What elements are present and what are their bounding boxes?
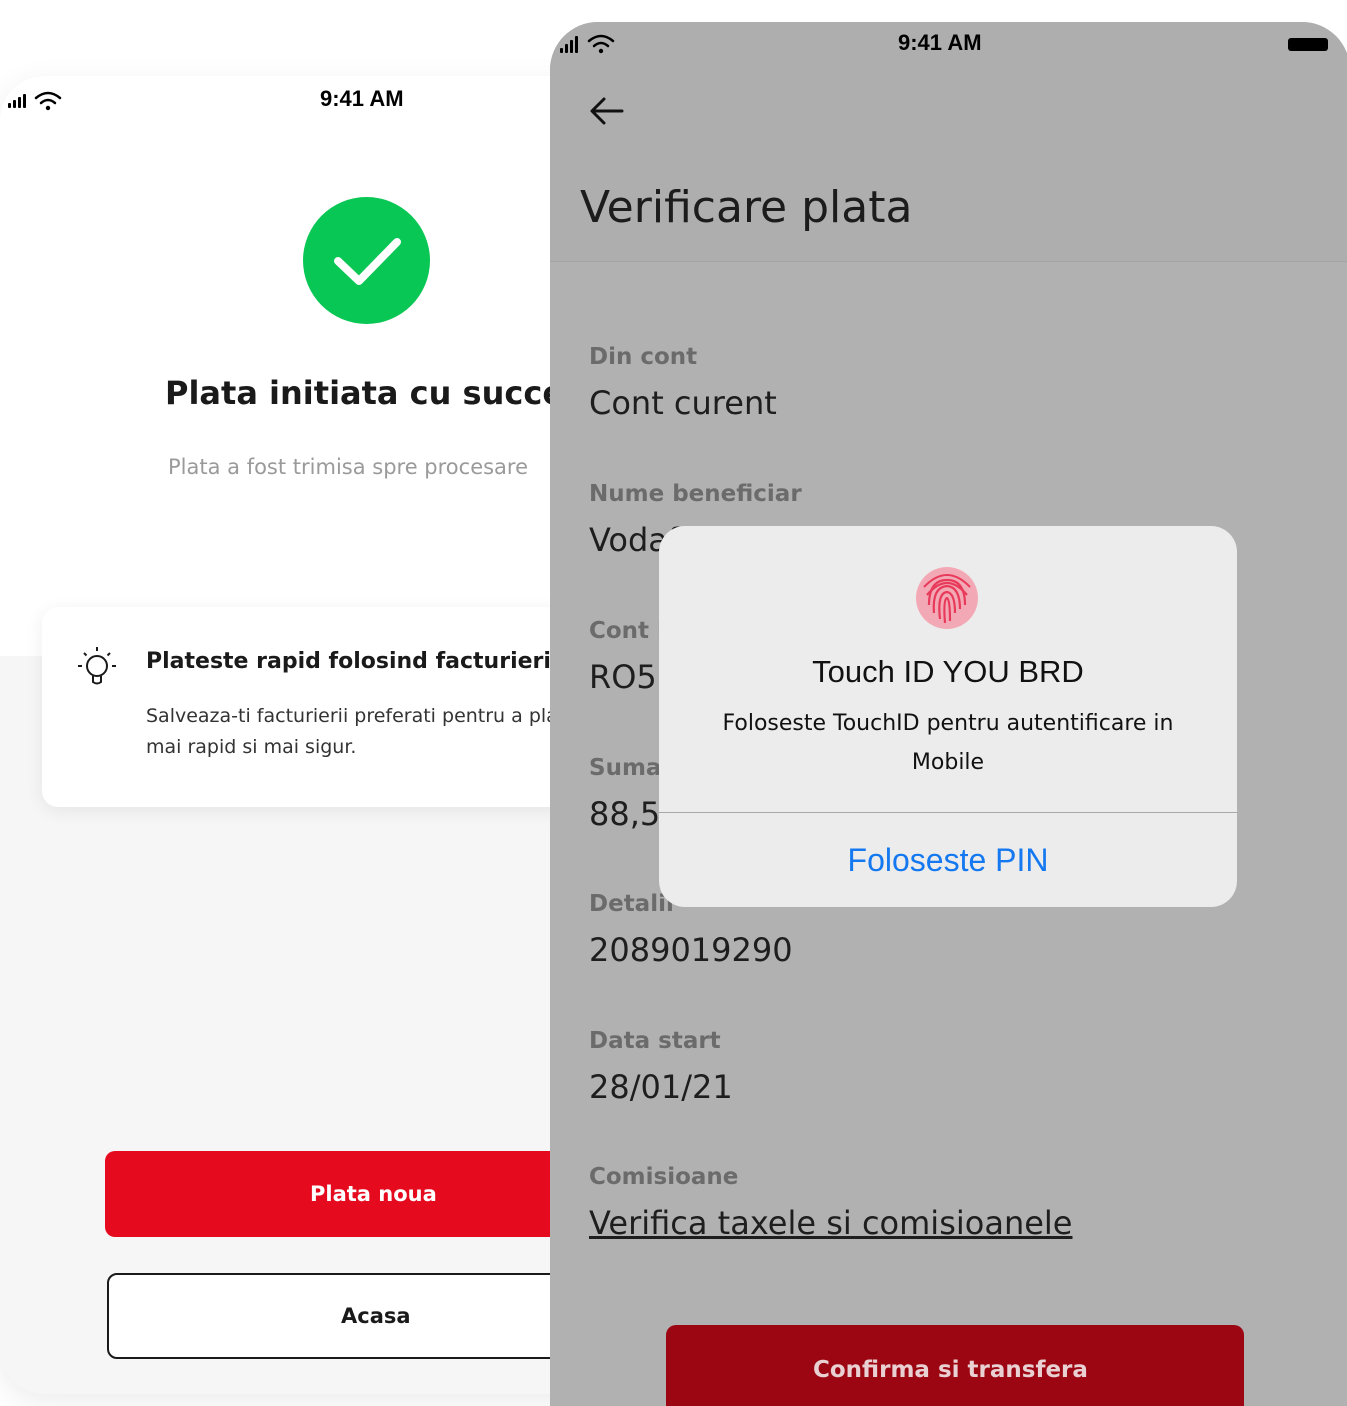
start-date-value: 28/01/21 bbox=[589, 1068, 733, 1106]
new-payment-button[interactable]: Plata noua bbox=[105, 1151, 625, 1237]
status-time: 9:41 AM bbox=[898, 30, 982, 55]
amount-label: Suma bbox=[589, 755, 662, 781]
wifi-icon bbox=[34, 91, 62, 111]
from-account-value: Cont curent bbox=[589, 384, 777, 422]
beneficiary-label: Nume beneficiar bbox=[589, 481, 802, 507]
use-pin-button[interactable]: Foloseste PIN bbox=[659, 814, 1237, 907]
fingerprint-icon bbox=[916, 567, 978, 629]
cellular-signal-icon bbox=[8, 92, 28, 108]
back-arrow-icon[interactable] bbox=[588, 92, 626, 130]
dialog-divider bbox=[659, 812, 1237, 813]
lightbulb-icon bbox=[78, 647, 116, 685]
confirm-transfer-button[interactable]: Confirma si transfera bbox=[666, 1325, 1244, 1406]
status-time: 9:41 AM bbox=[320, 86, 404, 111]
success-upper-panel bbox=[0, 76, 640, 656]
success-subtitle: Plata a fost trimisa spre procesare bbox=[168, 455, 529, 479]
tip-body: Salveaza-ti facturierii preferati pentru… bbox=[146, 705, 571, 758]
payment-success-screen: 9:41 AM Plata initiata cu succes Plata a… bbox=[0, 76, 640, 1394]
home-button[interactable]: Acasa bbox=[107, 1273, 627, 1359]
success-title: Plata initiata cu succes bbox=[165, 374, 584, 412]
details-value: 2089019290 bbox=[589, 931, 793, 969]
fees-label: Comisioane bbox=[589, 1164, 739, 1190]
wifi-icon bbox=[587, 34, 615, 54]
touch-id-dialog: Touch ID YOU BRD Foloseste TouchID pentr… bbox=[659, 526, 1237, 907]
battery-icon bbox=[1288, 38, 1328, 51]
success-check-icon bbox=[303, 197, 430, 324]
page-title: Verificare plata bbox=[580, 182, 913, 233]
cellular-signal-icon bbox=[560, 36, 582, 53]
fees-link[interactable]: Verifica taxele si comisioanele bbox=[589, 1204, 1072, 1242]
beneficiary-account-value: RO5 bbox=[589, 658, 657, 696]
dialog-message: Foloseste TouchID pentru autentificare i… bbox=[722, 711, 1174, 775]
dialog-title: Touch ID YOU BRD bbox=[812, 654, 1084, 689]
status-bar: 9:41 AM bbox=[0, 76, 640, 124]
screenshot-stage: 9:41 AM Plata initiata cu succes Plata a… bbox=[0, 0, 1347, 1406]
start-date-label: Data start bbox=[589, 1028, 721, 1054]
from-account-label: Din cont bbox=[589, 344, 698, 370]
